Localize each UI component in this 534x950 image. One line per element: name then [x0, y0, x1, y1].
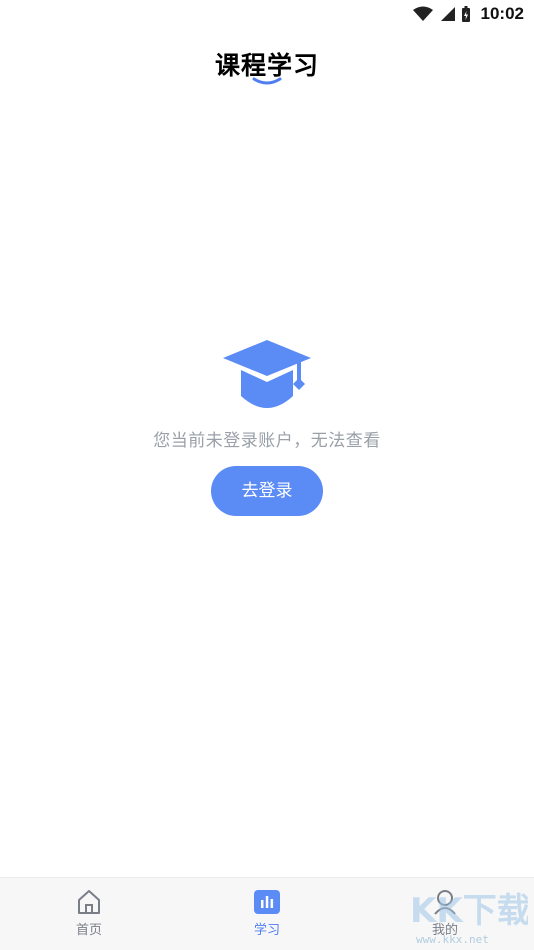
watermark-url: www.kkx.net	[416, 933, 489, 946]
login-button[interactable]: 去登录	[211, 466, 323, 516]
tab-study-label: 学习	[253, 923, 280, 938]
empty-state: 您当前未登录账户，无法查看 去登录	[0, 338, 534, 516]
tab-home[interactable]: 首页	[0, 878, 178, 950]
study-icon	[254, 890, 280, 914]
signal-icon	[440, 7, 455, 21]
wifi-icon	[412, 6, 433, 21]
title-underline-icon	[252, 77, 282, 85]
status-bar: 10:02	[0, 0, 534, 28]
not-logged-in-message: 您当前未登录账户，无法查看	[153, 431, 381, 451]
home-icon	[78, 890, 100, 914]
battery-icon	[461, 5, 470, 22]
svg-text:KK下载: KK下载	[410, 891, 528, 931]
clock: 10:02	[480, 4, 524, 23]
watermark-logo-icon: KK下载	[410, 891, 531, 931]
tab-study[interactable]: 学习	[178, 878, 356, 950]
tab-home-label: 首页	[75, 923, 102, 938]
graduation-cap-icon	[223, 340, 311, 408]
watermark: KK下载 www.kkx.net	[408, 886, 531, 946]
page-header: 课程学习	[0, 38, 534, 94]
